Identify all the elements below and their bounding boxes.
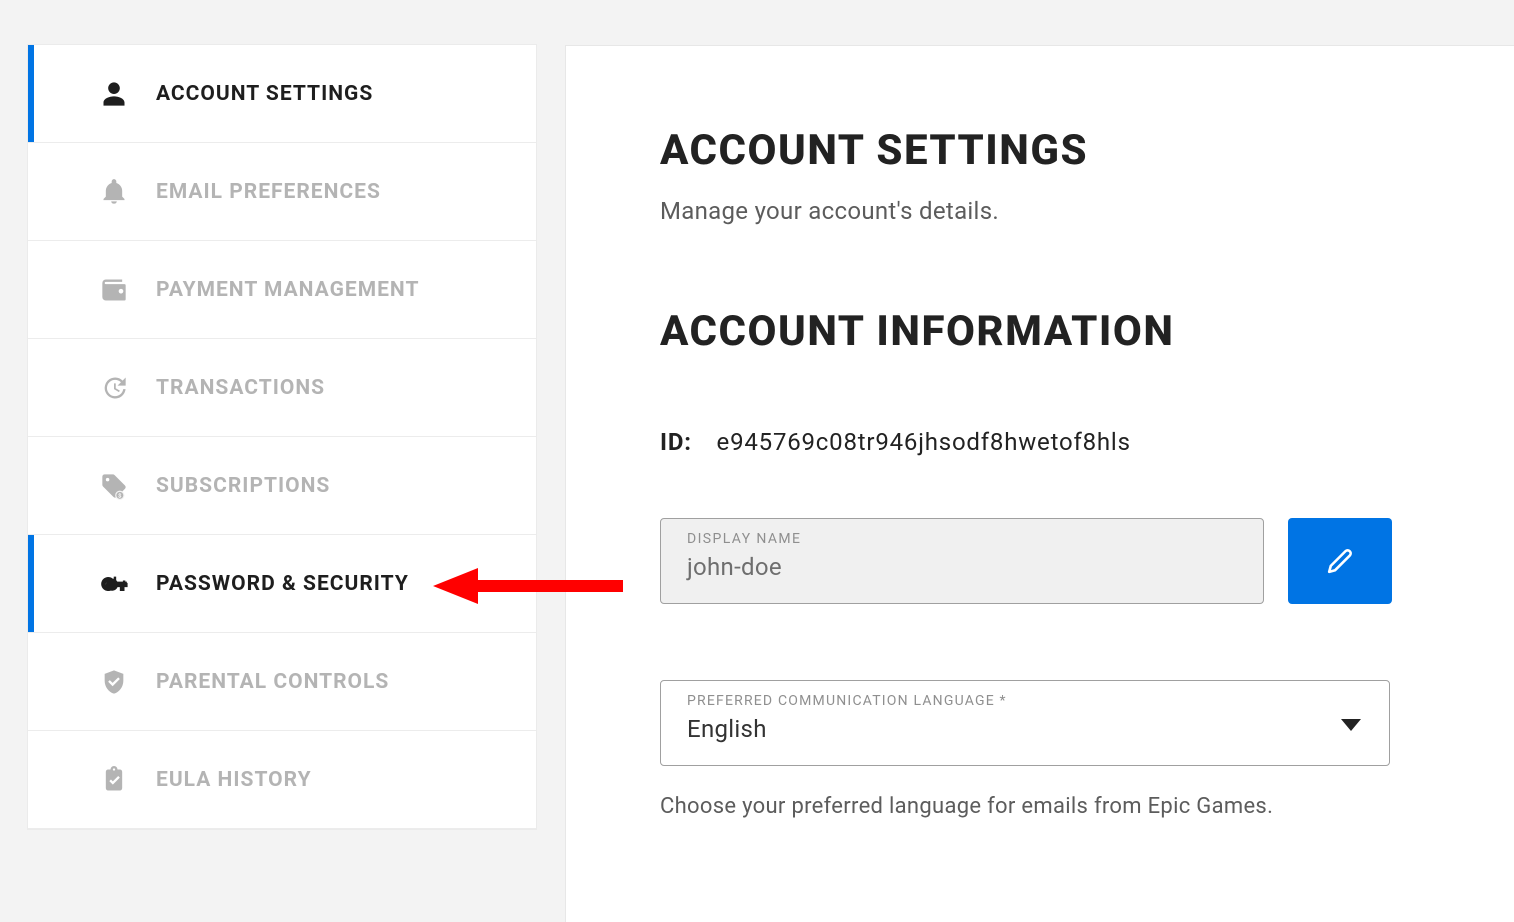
sidebar-item-label: ACCOUNT SETTINGS [156, 82, 373, 106]
language-select[interactable]: PREFERRED COMMUNICATION LANGUAGE * Engli… [660, 680, 1390, 766]
language-help-text: Choose your preferred language for email… [660, 794, 1420, 819]
main-panel: ACCOUNT SETTINGS Manage your account's d… [565, 45, 1514, 922]
shield-check-icon [100, 668, 128, 696]
account-id-value: e945769c08tr946jhsodf8hwetof8hls [717, 428, 1131, 456]
clipboard-check-icon [100, 766, 128, 794]
settings-sidebar: ACCOUNT SETTINGS EMAIL PREFERENCES PAYME… [28, 45, 536, 829]
sidebar-item-label: EULA HISTORY [156, 768, 312, 792]
account-id-label: ID: [660, 428, 692, 456]
sidebar-item-label: PASSWORD & SECURITY [156, 572, 409, 596]
person-icon [100, 80, 128, 108]
history-icon [100, 374, 128, 402]
sidebar-item-email-preferences[interactable]: EMAIL PREFERENCES [28, 143, 536, 241]
display-name-row: DISPLAY NAME john-doe [660, 518, 1420, 604]
sidebar-item-parental-controls[interactable]: PARENTAL CONTROLS [28, 633, 536, 731]
language-select-value: English [687, 715, 1367, 743]
sidebar-item-payment-management[interactable]: PAYMENT MANAGEMENT [28, 241, 536, 339]
sidebar-item-label: EMAIL PREFERENCES [156, 180, 381, 204]
bell-icon [100, 178, 128, 206]
account-id-row: ID: e945769c08tr946jhsodf8hwetof8hls [660, 428, 1420, 456]
section-title: ACCOUNT INFORMATION [660, 307, 1420, 356]
page-subtitle: Manage your account's details. [660, 197, 1420, 225]
display-name-value: john-doe [687, 553, 1241, 581]
sidebar-item-label: PARENTAL CONTROLS [156, 670, 389, 694]
app-root: ACCOUNT SETTINGS EMAIL PREFERENCES PAYME… [0, 0, 1514, 922]
pencil-icon [1327, 548, 1353, 574]
key-icon [100, 570, 128, 598]
sidebar-item-eula-history[interactable]: EULA HISTORY [28, 731, 536, 829]
chevron-down-icon [1341, 719, 1361, 733]
sidebar-item-password-security[interactable]: PASSWORD & SECURITY [28, 535, 536, 633]
sidebar-item-label: SUBSCRIPTIONS [156, 474, 330, 498]
sidebar-item-label: PAYMENT MANAGEMENT [156, 278, 419, 302]
edit-display-name-button[interactable] [1288, 518, 1392, 604]
page-title: ACCOUNT SETTINGS [660, 126, 1420, 175]
display-name-field: DISPLAY NAME john-doe [660, 518, 1264, 604]
sidebar-item-account-settings[interactable]: ACCOUNT SETTINGS [28, 45, 536, 143]
language-select-label: PREFERRED COMMUNICATION LANGUAGE * [687, 693, 1367, 709]
sidebar-item-transactions[interactable]: TRANSACTIONS [28, 339, 536, 437]
sidebar-item-label: TRANSACTIONS [156, 376, 325, 400]
display-name-label: DISPLAY NAME [687, 531, 1241, 547]
sidebar-item-subscriptions[interactable]: $ SUBSCRIPTIONS [28, 437, 536, 535]
tag-icon: $ [100, 472, 128, 500]
wallet-icon [100, 276, 128, 304]
